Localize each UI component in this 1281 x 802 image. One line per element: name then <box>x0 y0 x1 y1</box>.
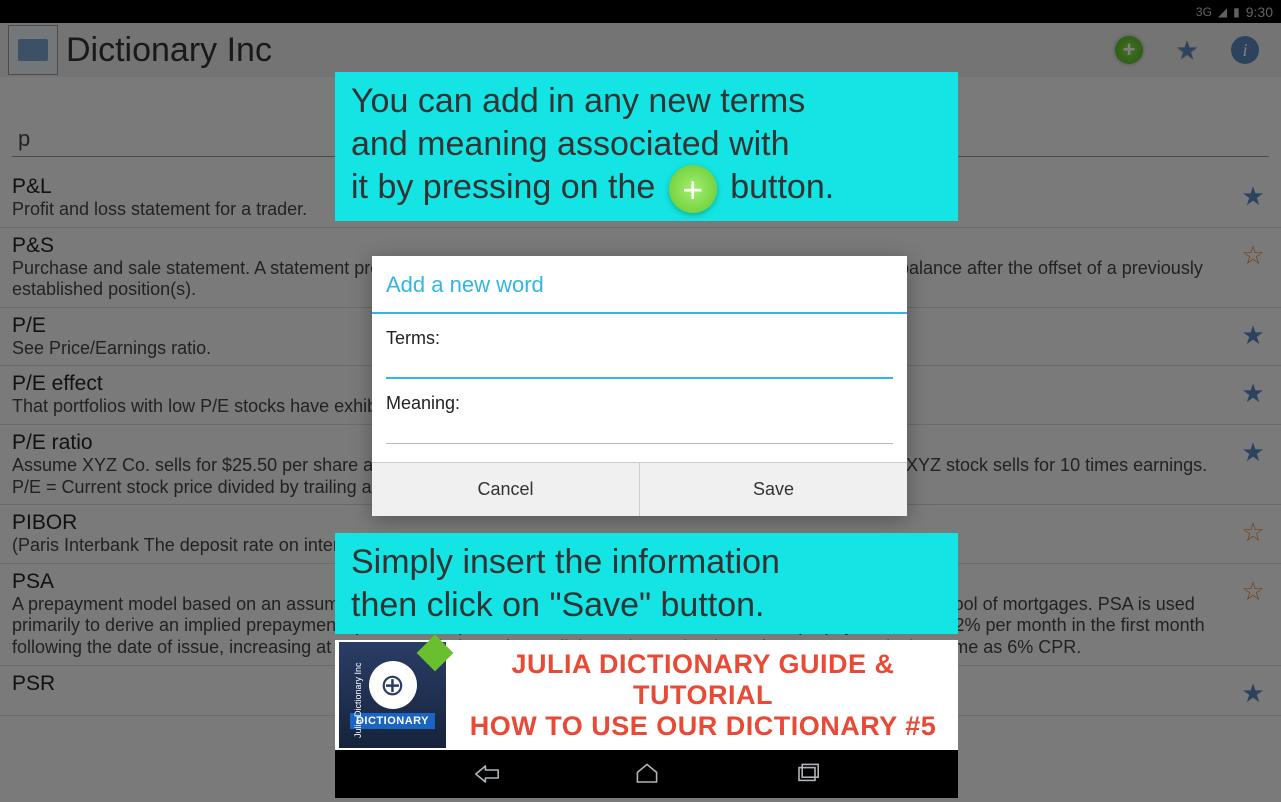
save-button[interactable]: Save <box>640 463 907 516</box>
meaning-label: Meaning: <box>386 393 460 413</box>
android-navbar <box>335 750 958 798</box>
callout-line: then click on "Save" button. <box>351 586 765 624</box>
tutorial-banner: Julia Dictionary Inc ⊕ DICTIONARY JULIA … <box>335 640 958 750</box>
callout-line: You can add in any new terms <box>351 82 805 120</box>
logo-sidetext: Julia Dictionary Inc <box>353 648 363 738</box>
plus-icon: + <box>669 165 717 213</box>
cancel-button[interactable]: Cancel <box>372 463 640 516</box>
tutorial-callout-top: You can add in any new terms and meaning… <box>335 72 958 221</box>
back-button[interactable] <box>457 754 517 794</box>
terms-label: Terms: <box>386 328 440 348</box>
globe-icon: ⊕ <box>369 661 417 709</box>
banner-titles: JULIA DICTIONARY GUIDE & TUTORIAL HOW TO… <box>456 649 950 742</box>
meaning-input[interactable] <box>386 420 893 444</box>
free-tag <box>417 635 454 672</box>
banner-line1: JULIA DICTIONARY GUIDE & TUTORIAL <box>456 649 950 711</box>
callout-line: it by pressing on the <box>351 168 655 206</box>
add-word-dialog: Add a new word Terms: Meaning: Cancel Sa… <box>372 256 907 516</box>
banner-line2: HOW TO USE OUR DICTIONARY #5 <box>456 711 950 742</box>
dialog-title: Add a new word <box>372 256 907 312</box>
recents-button[interactable] <box>777 754 837 794</box>
tutorial-callout-bottom: Simply insert the information then click… <box>335 533 958 634</box>
callout-line: Simply insert the information <box>351 543 780 581</box>
home-button[interactable] <box>617 754 677 794</box>
julia-logo-icon: Julia Dictionary Inc ⊕ DICTIONARY <box>339 642 446 748</box>
callout-line: and meaning associated with <box>351 125 790 163</box>
callout-line: button. <box>730 168 834 206</box>
terms-input[interactable] <box>386 355 893 379</box>
